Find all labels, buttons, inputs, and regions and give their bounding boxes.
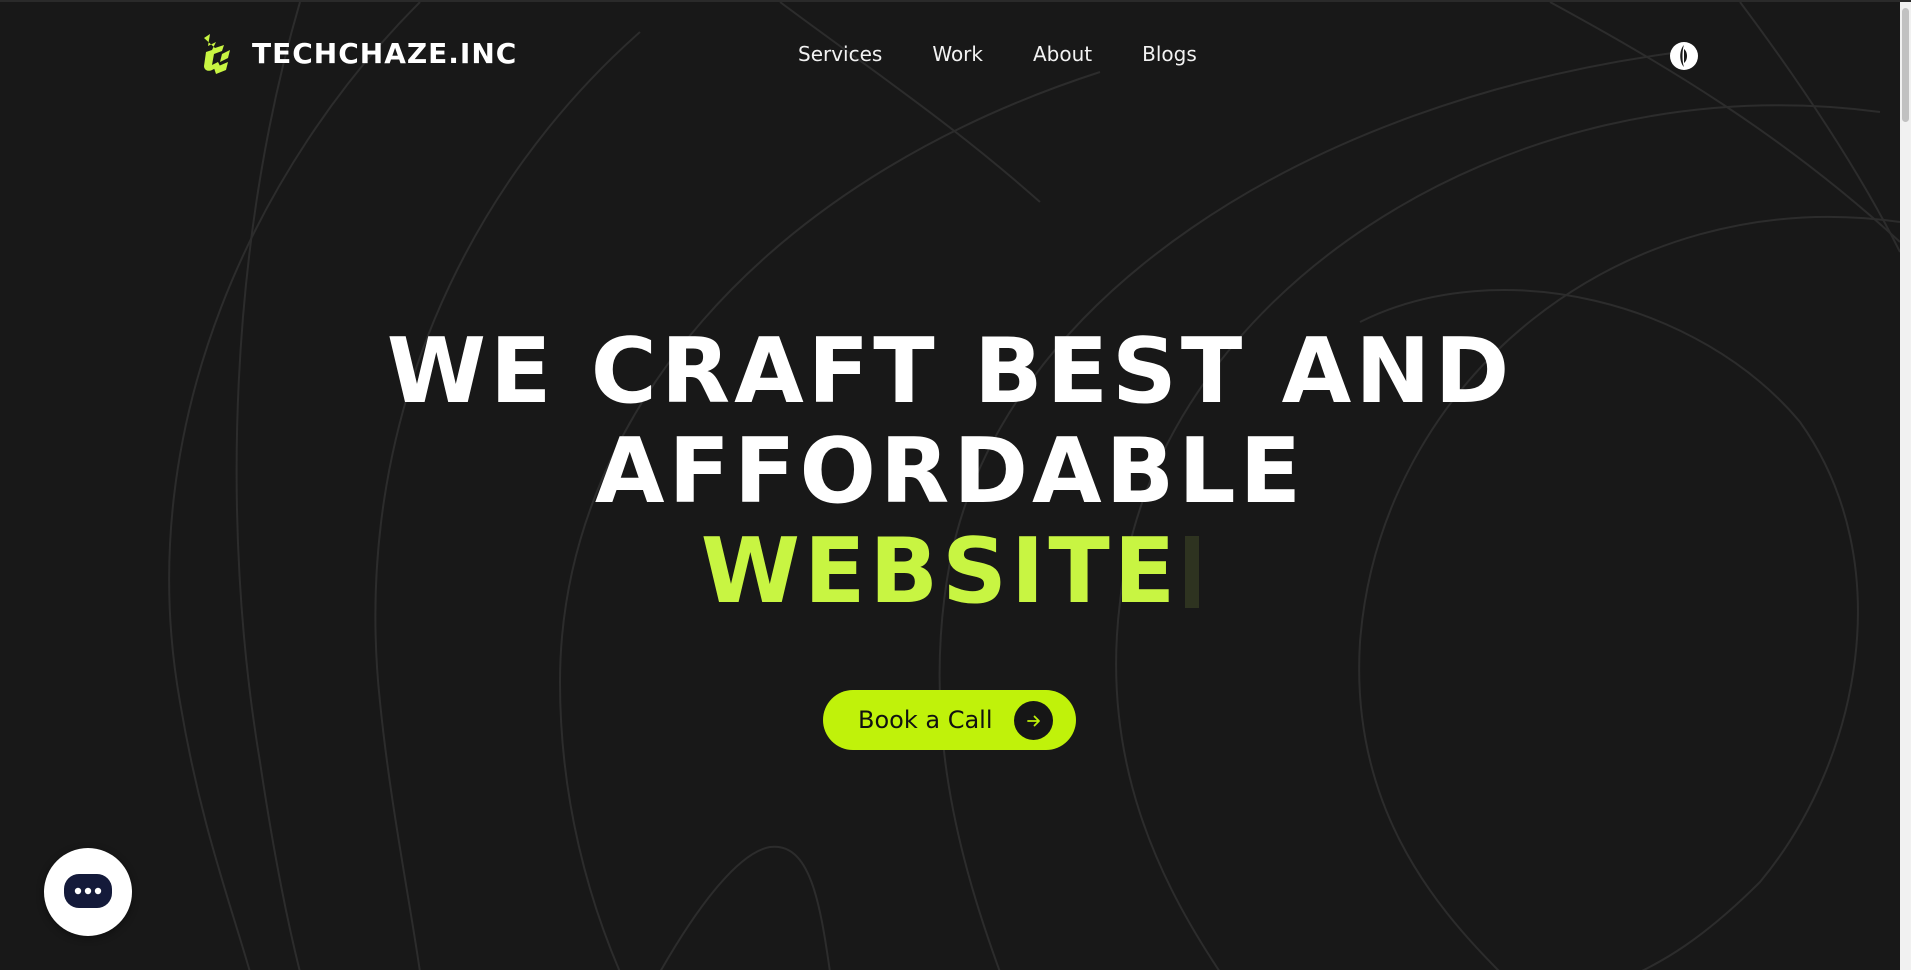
page-scrollbar[interactable] (1900, 2, 1911, 970)
tc-monogram-icon (204, 34, 230, 74)
nav-item-blogs[interactable]: Blogs (1142, 42, 1197, 66)
arrow-right-icon (1014, 701, 1053, 740)
book-a-call-button[interactable]: Book a Call (823, 690, 1076, 750)
chat-widget-button[interactable] (44, 848, 132, 936)
hero-headline-line-2: AFFORDABLE (594, 419, 1306, 524)
nav-item-about[interactable]: About (1033, 42, 1092, 66)
typing-cursor (1185, 536, 1200, 608)
brand-name: TECHCHAZE.INC (252, 36, 518, 70)
brand-logo-link[interactable]: TECHCHAZE.INC (198, 32, 517, 74)
hero-headline-line-1: WE CRAFT BEST AND (386, 319, 1514, 424)
scrollbar-thumb[interactable] (1902, 8, 1909, 122)
landing-page: TECHCHAZE.INC Services Work About Blogs … (0, 0, 1911, 970)
theme-toggle-icon[interactable] (1668, 40, 1700, 72)
nav-item-services[interactable]: Services (798, 42, 882, 66)
top-navbar: TECHCHAZE.INC Services Work About Blogs (0, 2, 1900, 112)
hero-headline-line-3: WEBSITE (0, 522, 1900, 622)
book-a-call-label: Book a Call (858, 706, 993, 734)
hero-typed-word: WEBSITE (700, 519, 1180, 624)
nav-item-work[interactable]: Work (932, 42, 983, 66)
main-navigation: Services Work About Blogs (798, 42, 1197, 66)
hero-section: WE CRAFT BEST AND AFFORDABLE WEBSITE (0, 322, 1900, 622)
chat-dots-icon (64, 874, 112, 908)
